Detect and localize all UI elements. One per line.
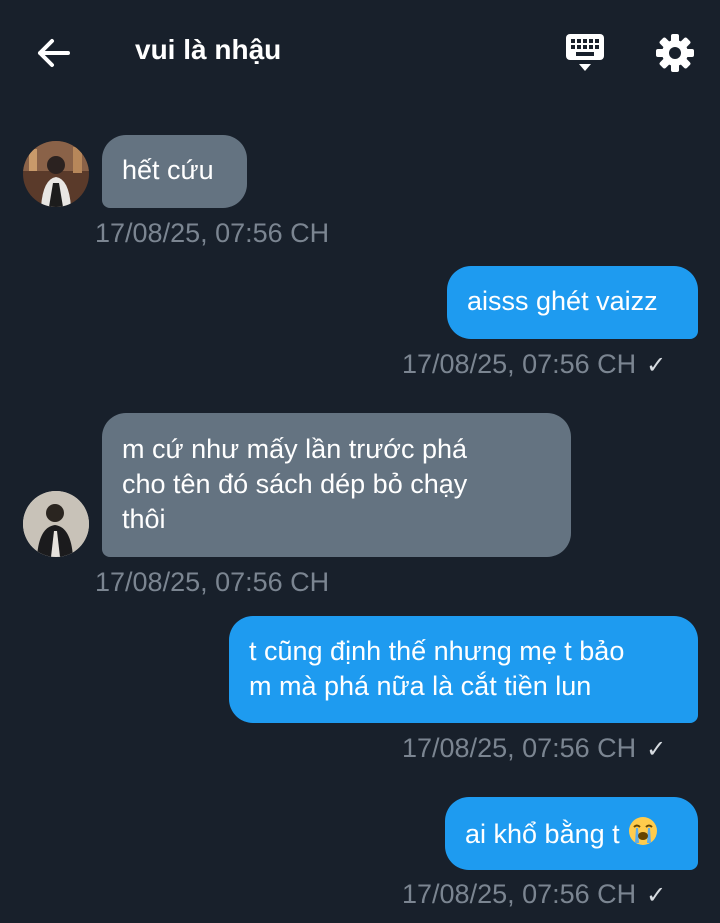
gear-icon xyxy=(656,34,694,72)
message-text-line: thôi xyxy=(122,504,166,534)
message-timestamp: 17/08/25, 07:56 CH xyxy=(95,218,330,248)
sent-check-icon: ✓ xyxy=(646,736,667,763)
keyboard-button[interactable] xyxy=(560,30,610,76)
message-bubble[interactable]: t cũng định thế nhưng mẹ t bảo m mà phá … xyxy=(229,616,698,723)
avatar-photo xyxy=(23,491,89,557)
message-timestamp: 17/08/25, 07:56 CH xyxy=(402,733,637,763)
message-timestamp-row: 17/08/25, 07:56 CH ✓ xyxy=(402,879,666,910)
settings-button[interactable] xyxy=(650,28,700,78)
sent-check-icon: ✓ xyxy=(646,352,667,379)
loudly-crying-face-icon xyxy=(627,815,659,856)
message-timestamp-row: 17/08/25, 07:56 CH ✓ xyxy=(402,733,666,764)
message-text-line: m mà phá nữa là cắt tiền lun xyxy=(249,671,592,701)
back-button[interactable] xyxy=(30,30,76,76)
message-text: aisss ghét vaizz xyxy=(467,286,658,316)
message-text-line: t cũng định thế nhưng mẹ t bảo xyxy=(249,636,625,666)
keyboard-icon xyxy=(566,34,604,71)
message-bubble[interactable]: ai khổ bằng t xyxy=(445,797,698,870)
message-text-line: cho tên đó sách dép bỏ chạy xyxy=(122,469,468,499)
message-timestamp: 17/08/25, 07:56 CH xyxy=(402,879,637,909)
chat-header: vui là nhậu xyxy=(0,0,720,104)
chat-title: vui là nhậu xyxy=(135,34,282,65)
message-bubble[interactable]: hết cứu xyxy=(102,135,247,208)
avatar[interactable] xyxy=(23,491,89,557)
message-text-line: m cứ như mấy lần trước phá xyxy=(122,434,468,464)
message-timestamp: 17/08/25, 07:56 CH xyxy=(95,567,330,597)
message-bubble[interactable]: aisss ghét vaizz xyxy=(447,266,698,339)
message-bubble[interactable]: m cứ như mấy lần trước phá cho tên đó sá… xyxy=(102,413,571,557)
message-text: ai khổ bằng t xyxy=(465,819,620,849)
message-text: hết cứu xyxy=(122,155,214,185)
message-timestamp: 17/08/25, 07:56 CH xyxy=(402,349,637,379)
avatar[interactable] xyxy=(23,141,89,207)
message-timestamp-row: 17/08/25, 07:56 CH ✓ xyxy=(402,349,666,380)
avatar-photo xyxy=(23,141,89,207)
sent-check-icon: ✓ xyxy=(646,882,667,909)
arrow-left-icon xyxy=(38,39,70,67)
